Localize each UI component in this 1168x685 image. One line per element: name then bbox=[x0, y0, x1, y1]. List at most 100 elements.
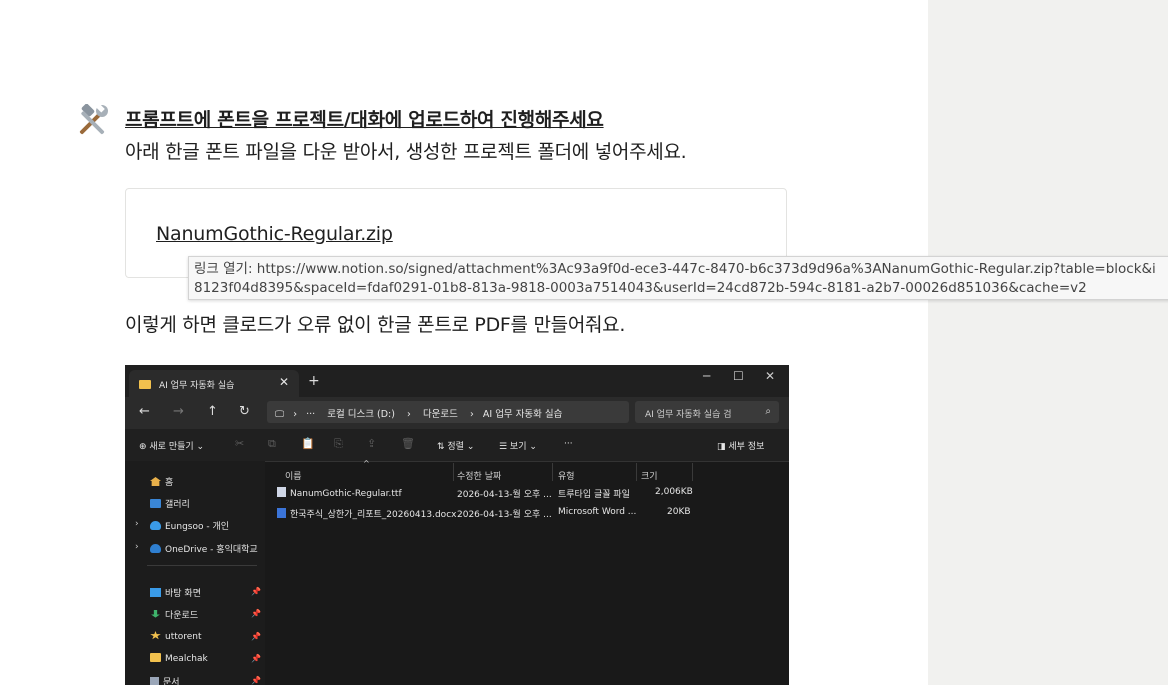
breadcrumb-folder[interactable]: AI 업무 자동화 실습 bbox=[483, 409, 563, 420]
address-bar[interactable]: 🖵 › ··· 로컬 디스크 (D:) › 다운로드 › AI 업무 자동화 실… bbox=[267, 401, 629, 423]
file-modified: 2026-04-13-월 오후 ... bbox=[457, 510, 552, 520]
column-separator bbox=[692, 463, 693, 481]
home-icon bbox=[150, 477, 161, 486]
font-file-icon bbox=[277, 487, 286, 497]
right-side-panel bbox=[928, 0, 1168, 685]
breadcrumb-separator: › bbox=[470, 409, 474, 420]
share-icon[interactable]: ⇪ bbox=[367, 437, 376, 450]
more-button[interactable]: ··· bbox=[564, 439, 573, 449]
file-size: 2,006KB bbox=[655, 487, 693, 497]
sidebar-item-label: OneDrive - 홍익대학교 bbox=[165, 545, 258, 555]
column-header-name[interactable]: 이름 bbox=[285, 469, 302, 482]
explorer-address-row: ← → ↑ ↻ 🖵 › ··· 로컬 디스크 (D:) › 다운로드 › AI … bbox=[125, 397, 789, 429]
sidebar-divider bbox=[147, 565, 257, 566]
sidebar-item-gallery[interactable]: 갤러리 bbox=[150, 497, 190, 510]
sidebar-item-label: 홈 bbox=[165, 478, 174, 488]
cut-icon[interactable]: ✂ bbox=[235, 437, 244, 450]
search-input[interactable]: AI 업무 자동화 실습 검 ⌕ bbox=[635, 401, 779, 423]
sidebar-item-downloads[interactable]: 다운로드 bbox=[150, 608, 198, 621]
sidebar-item-label: 문서 bbox=[163, 678, 180, 685]
paste-icon[interactable]: 📋 bbox=[301, 437, 315, 450]
sidebar-item-label: uttorent bbox=[165, 632, 202, 642]
sort-button[interactable]: ⇅ 정렬 ⌄ bbox=[437, 439, 474, 452]
sidebar-item-label: 바탕 화면 bbox=[165, 589, 201, 599]
breadcrumb-drive[interactable]: 로컬 디스크 (D:) bbox=[327, 409, 395, 420]
explorer-screenshot: AI 업무 자동화 실습 ✕ + ─ ☐ ✕ ← → ↑ ↻ 🖵 › ··· 로… bbox=[125, 365, 789, 685]
breadcrumb-downloads[interactable]: 다운로드 bbox=[423, 409, 458, 420]
file-name: 한국주식_상한가_리포트_20260413.docx bbox=[290, 510, 457, 520]
explorer-tab-bar: AI 업무 자동화 실습 ✕ + ─ ☐ ✕ bbox=[125, 365, 789, 397]
close-icon[interactable]: ✕ bbox=[279, 375, 289, 389]
new-tab-button[interactable]: + bbox=[308, 373, 320, 389]
column-separator bbox=[453, 463, 454, 481]
column-header-modified[interactable]: 수정한 날짜 bbox=[457, 469, 501, 482]
callout-heading[interactable]: 프롬프트에 폰트을 프로젝트/대화에 업로드하여 진행해주세요 bbox=[125, 105, 604, 132]
download-icon bbox=[151, 610, 160, 618]
pin-icon: 📌 bbox=[251, 609, 261, 618]
sidebar-item-label: 갤러리 bbox=[165, 500, 190, 510]
column-header-type[interactable]: 유형 bbox=[558, 469, 575, 482]
back-icon[interactable]: ← bbox=[139, 404, 150, 419]
monitor-icon: 🖵 bbox=[275, 409, 285, 420]
word-file-icon bbox=[277, 508, 286, 518]
sort-caret-icon: ^ bbox=[363, 459, 370, 468]
column-separator bbox=[636, 463, 637, 481]
breadcrumb: 🖵 › ··· 로컬 디스크 (D:) › 다운로드 › AI 업무 자동화 실… bbox=[275, 406, 562, 420]
sidebar-item-label: Eungsoo - 개인 bbox=[165, 522, 230, 532]
new-button[interactable]: ⊕ 새로 만들기 ⌄ bbox=[139, 439, 204, 452]
sidebar-item-label: 다운로드 bbox=[165, 611, 199, 621]
sidebar-item-mealchak[interactable]: Mealchak bbox=[150, 653, 208, 664]
sidebar-item-desktop[interactable]: 바탕 화면 bbox=[150, 586, 201, 599]
table-row[interactable]: 한국주식_상한가_리포트_20260413.docx bbox=[277, 507, 456, 520]
breadcrumb-more[interactable]: ··· bbox=[306, 409, 315, 420]
tooltip-line-1: 링크 열기: https://www.notion.so/signed/atta… bbox=[194, 261, 1156, 277]
refresh-icon[interactable]: ↻ bbox=[239, 404, 250, 419]
delete-icon[interactable]: 🗑 bbox=[401, 437, 415, 450]
sidebar-item-uttorent[interactable]: uttorent bbox=[150, 631, 202, 642]
file-modified: 2026-04-13-월 오후 ... bbox=[457, 490, 552, 500]
breadcrumb-separator: › bbox=[293, 409, 298, 420]
table-row[interactable]: NanumGothic-Regular.ttf bbox=[277, 487, 402, 499]
cloud-icon bbox=[150, 521, 161, 530]
rename-icon[interactable]: ⎘ bbox=[334, 437, 343, 451]
details-button[interactable]: ◨ 세부 정보 bbox=[717, 439, 764, 452]
sidebar-item-label: Mealchak bbox=[165, 654, 208, 664]
expand-arrow-icon[interactable]: › bbox=[135, 542, 139, 552]
pin-icon: 📌 bbox=[251, 676, 261, 685]
copy-icon[interactable]: ⧉ bbox=[268, 437, 276, 451]
up-icon[interactable]: ↑ bbox=[207, 404, 218, 419]
pin-icon: 📌 bbox=[251, 654, 261, 663]
sidebar-item-onedrive[interactable]: OneDrive - 홍익대학교 bbox=[150, 542, 258, 555]
desktop-icon bbox=[150, 588, 161, 597]
explorer-tab-title: AI 업무 자동화 실습 bbox=[159, 381, 235, 391]
explorer-sidebar: 홈 갤러리 › Eungsoo - 개인 › OneDrive - 홍익대학교 … bbox=[125, 461, 265, 685]
search-icon: ⌕ bbox=[765, 406, 771, 417]
document-icon bbox=[150, 677, 159, 685]
minimize-icon[interactable]: ─ bbox=[703, 369, 710, 383]
tooltip-line-2: 8123f04d8395&spaceId=fdaf0291-01b8-813a-… bbox=[194, 280, 1087, 296]
maximize-icon[interactable]: ☐ bbox=[733, 369, 744, 383]
search-placeholder: AI 업무 자동화 실습 검 bbox=[645, 410, 732, 420]
window-close-icon[interactable]: ✕ bbox=[765, 369, 775, 383]
gallery-icon bbox=[150, 499, 161, 508]
pin-icon: 📌 bbox=[251, 632, 261, 641]
breadcrumb-separator: › bbox=[407, 409, 411, 420]
column-separator bbox=[552, 463, 553, 481]
explorer-toolbar: ⊕ 새로 만들기 ⌄ ✂ ⧉ 📋 ⎘ ⇪ 🗑 ⇅ 정렬 ⌄ ☰ 보기 ⌄ ···… bbox=[125, 429, 789, 462]
pin-icon: 📌 bbox=[251, 587, 261, 596]
sidebar-item-documents[interactable]: 문서 bbox=[150, 675, 180, 685]
column-header-size[interactable]: 크기 bbox=[641, 469, 658, 482]
view-button[interactable]: ☰ 보기 ⌄ bbox=[499, 439, 537, 452]
file-type: Microsoft Word ... bbox=[558, 507, 637, 517]
hammer-wrench-icon bbox=[79, 104, 108, 135]
file-attachment-link[interactable]: NanumGothic-Regular.zip bbox=[156, 223, 393, 245]
link-tooltip: 링크 열기: https://www.notion.so/signed/atta… bbox=[188, 256, 1168, 300]
explorer-file-list: 이름 ^ 수정한 날짜 유형 크기 NanumGothic-Regular.tt… bbox=[265, 459, 789, 685]
explorer-tab[interactable]: AI 업무 자동화 실습 ✕ bbox=[129, 370, 299, 397]
sidebar-item-eungsoo[interactable]: Eungsoo - 개인 bbox=[150, 519, 229, 532]
forward-icon[interactable]: → bbox=[173, 404, 184, 419]
sidebar-item-home[interactable]: 홈 bbox=[150, 475, 173, 488]
star-icon bbox=[150, 631, 161, 640]
expand-arrow-icon[interactable]: › bbox=[135, 519, 139, 529]
paragraph-text: 이렇게 하면 클로드가 오류 없이 한글 폰트로 PDF를 만들어줘요. bbox=[125, 314, 626, 336]
